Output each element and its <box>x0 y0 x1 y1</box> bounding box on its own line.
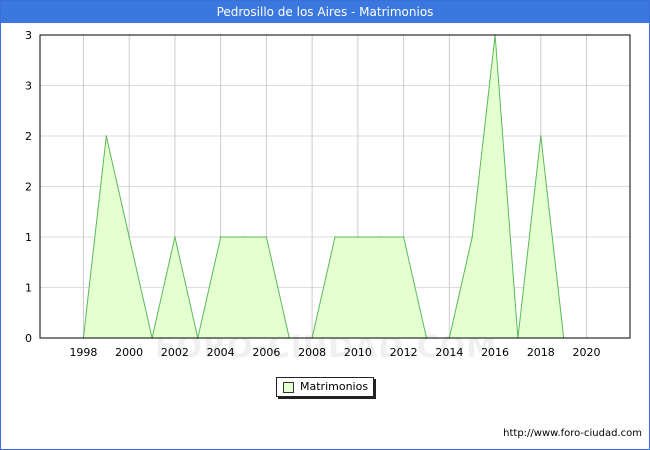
data-point <box>105 135 108 137</box>
x-tick-label: 2006 <box>252 346 280 359</box>
data-point <box>128 236 130 238</box>
data-point <box>242 236 245 238</box>
x-tick-label: 2000 <box>115 346 143 359</box>
x-tick-label: 2014 <box>435 346 463 359</box>
data-point <box>402 236 405 238</box>
y-tick-label: 2 <box>25 130 32 143</box>
x-axis: 1998 2000 2002 2004 2006 2008 2010 2012 2014 2016… <box>69 346 600 359</box>
x-tick-label: 2016 <box>481 346 509 359</box>
x-tick-label: 1998 <box>69 346 97 359</box>
y-tick-label: 1 <box>25 282 32 295</box>
data-point <box>357 236 359 238</box>
x-tick-label: 2010 <box>344 346 372 359</box>
y-tick-label: 2 <box>25 181 32 194</box>
x-tick-label: 2008 <box>298 346 326 359</box>
x-tick-label: 2018 <box>527 346 555 359</box>
data-point <box>334 236 336 238</box>
x-tick-label: 2002 <box>161 346 189 359</box>
data-point <box>174 236 176 238</box>
legend: Matrimonios <box>276 377 374 397</box>
x-tick-label: 2020 <box>573 346 601 359</box>
y-tick-label: 1 <box>25 231 32 244</box>
y-tick-label: 3 <box>25 80 32 93</box>
legend-label: Matrimonios <box>300 380 369 393</box>
source-credit: http://www.foro-ciudad.com <box>503 428 642 439</box>
legend-swatch <box>283 382 294 393</box>
data-point <box>219 236 222 238</box>
y-tick-label: 0 <box>25 332 32 345</box>
data-point <box>379 236 382 238</box>
x-tick-label: 2012 <box>390 346 418 359</box>
y-tick-label: 3 <box>25 29 32 42</box>
data-point <box>540 135 542 137</box>
data-point <box>265 236 268 238</box>
y-axis: 0 1 1 2 2 3 3 <box>25 29 32 345</box>
data-point <box>471 236 474 238</box>
x-tick-label: 2004 <box>207 346 235 359</box>
